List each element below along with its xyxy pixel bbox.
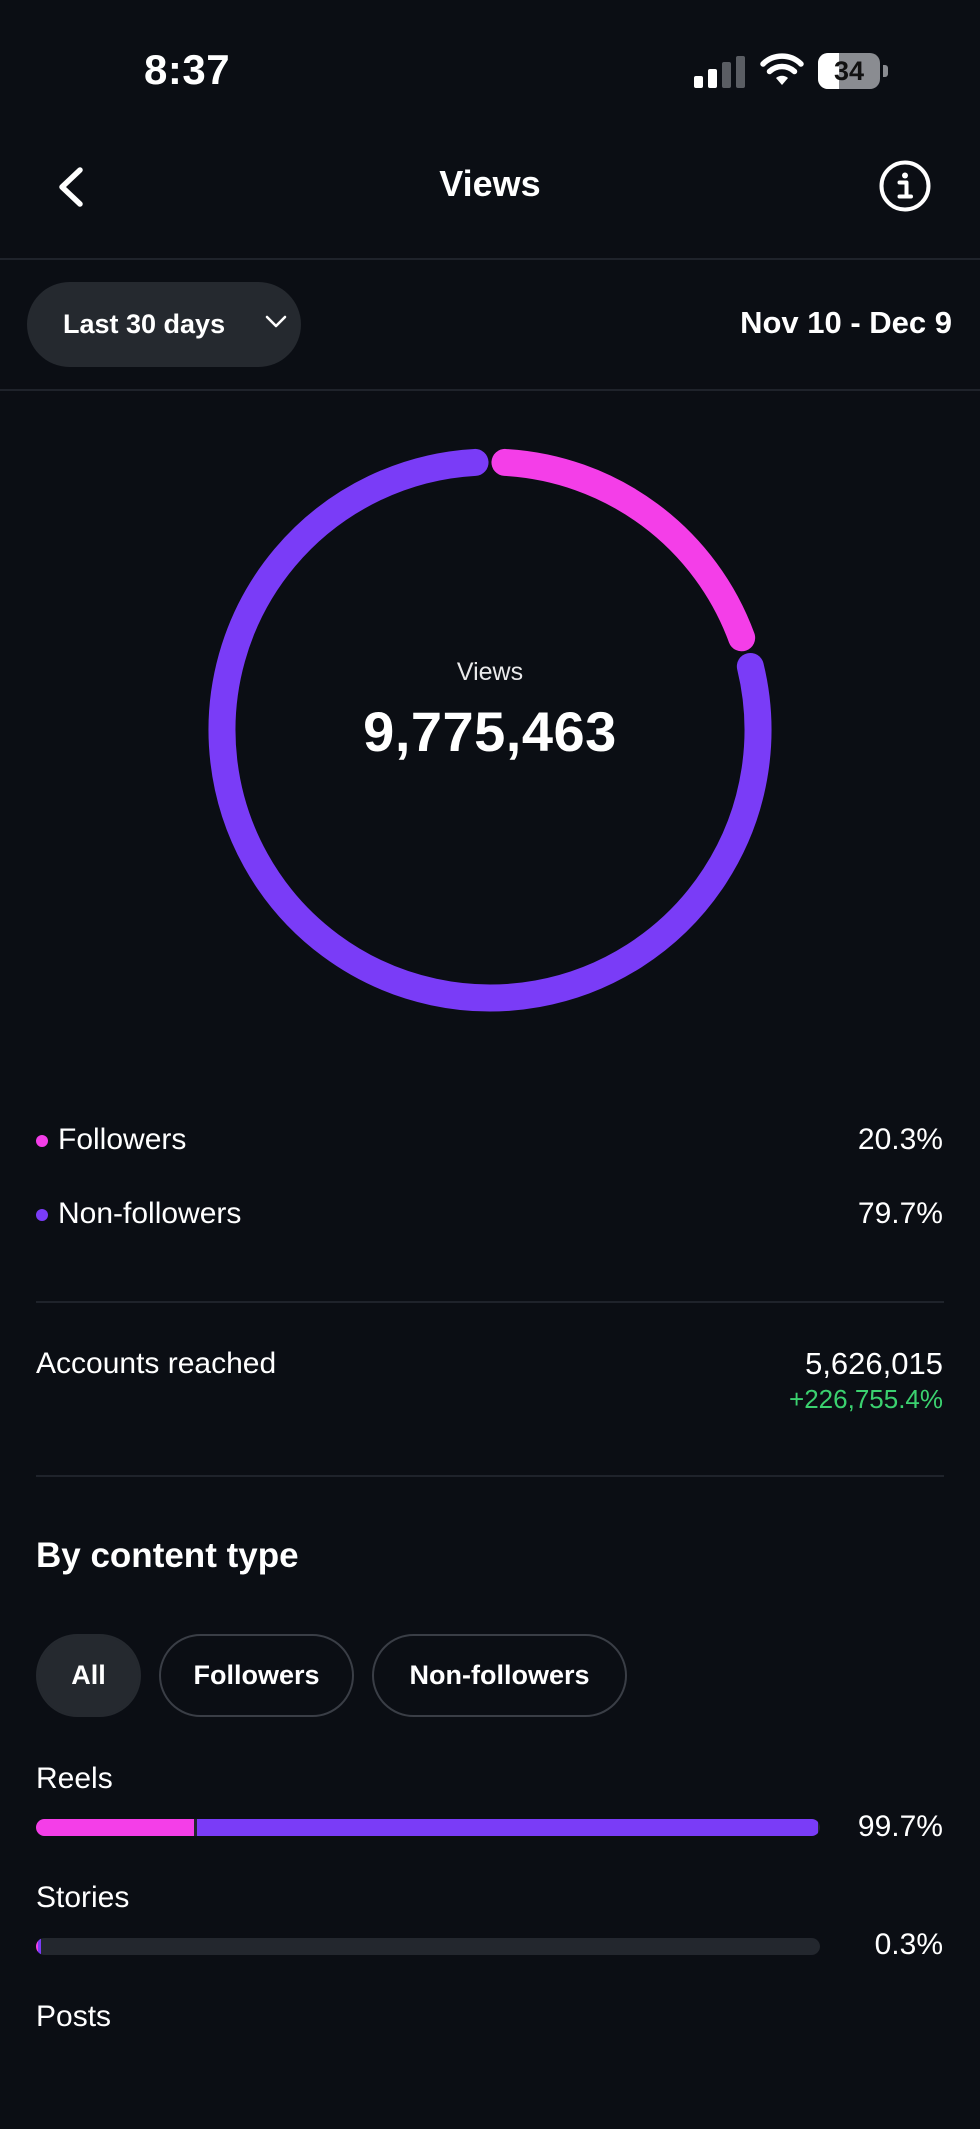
status-time: 8:37 xyxy=(144,46,231,93)
legend-label-followers: Followers xyxy=(58,1123,187,1156)
bar-segment-stories-non-followers xyxy=(38,1938,41,1955)
content-type-label-stories: Stories xyxy=(36,1881,130,1914)
legend-divider xyxy=(36,1301,944,1303)
legend-dot-non-followers xyxy=(36,1209,48,1221)
info-icon[interactable] xyxy=(878,159,932,213)
tab-non-followers[interactable]: Non-followers xyxy=(372,1634,627,1717)
date-range-dropdown-label: Last 30 days xyxy=(63,309,226,339)
bar-segment-reels-non-followers xyxy=(197,1819,818,1836)
content-type-bar-reels xyxy=(36,1819,820,1836)
wifi-icon xyxy=(760,53,804,85)
content-type-value-reels: 99.7% xyxy=(857,1810,943,1843)
accounts-divider xyxy=(36,1475,944,1477)
legend-label-non-followers: Non-followers xyxy=(58,1197,242,1230)
legend-value-followers: 20.3% xyxy=(857,1123,943,1156)
content-type-label-reels: Reels xyxy=(36,1762,113,1795)
accounts-reached-label: Accounts reached xyxy=(36,1347,277,1380)
date-range-dropdown[interactable]: Last 30 days xyxy=(27,282,301,367)
cellular-signal-icon xyxy=(694,56,746,88)
chevron-down-icon xyxy=(265,315,287,328)
donut-center-value: 9,775,463 xyxy=(363,700,617,763)
legend-value-non-followers: 79.7% xyxy=(857,1197,943,1230)
content-type-bar-stories xyxy=(36,1938,820,1955)
content-type-value-stories: 0.3% xyxy=(874,1928,943,1961)
accounts-reached-value: 5,626,015 xyxy=(805,1346,943,1381)
accounts-reached-change: +226,755.4% xyxy=(789,1384,943,1414)
filter-divider xyxy=(0,389,980,391)
donut-center-label: Views xyxy=(456,658,524,686)
donut-segment-followers xyxy=(491,448,756,652)
tab-followers[interactable]: Followers xyxy=(159,1634,354,1717)
header-divider xyxy=(0,258,980,260)
tab-all[interactable]: All xyxy=(36,1634,141,1717)
content-type-label-posts: Posts xyxy=(36,2000,112,2033)
bar-segment-reels-followers xyxy=(36,1819,195,1836)
page-title: Views xyxy=(439,163,541,204)
date-range-text: Nov 10 - Dec 9 xyxy=(740,305,952,340)
section-title-content-type: By content type xyxy=(36,1536,299,1575)
battery-icon: 34 xyxy=(818,53,888,89)
legend-dot-followers xyxy=(36,1135,48,1147)
battery-level: 34 xyxy=(833,56,865,86)
